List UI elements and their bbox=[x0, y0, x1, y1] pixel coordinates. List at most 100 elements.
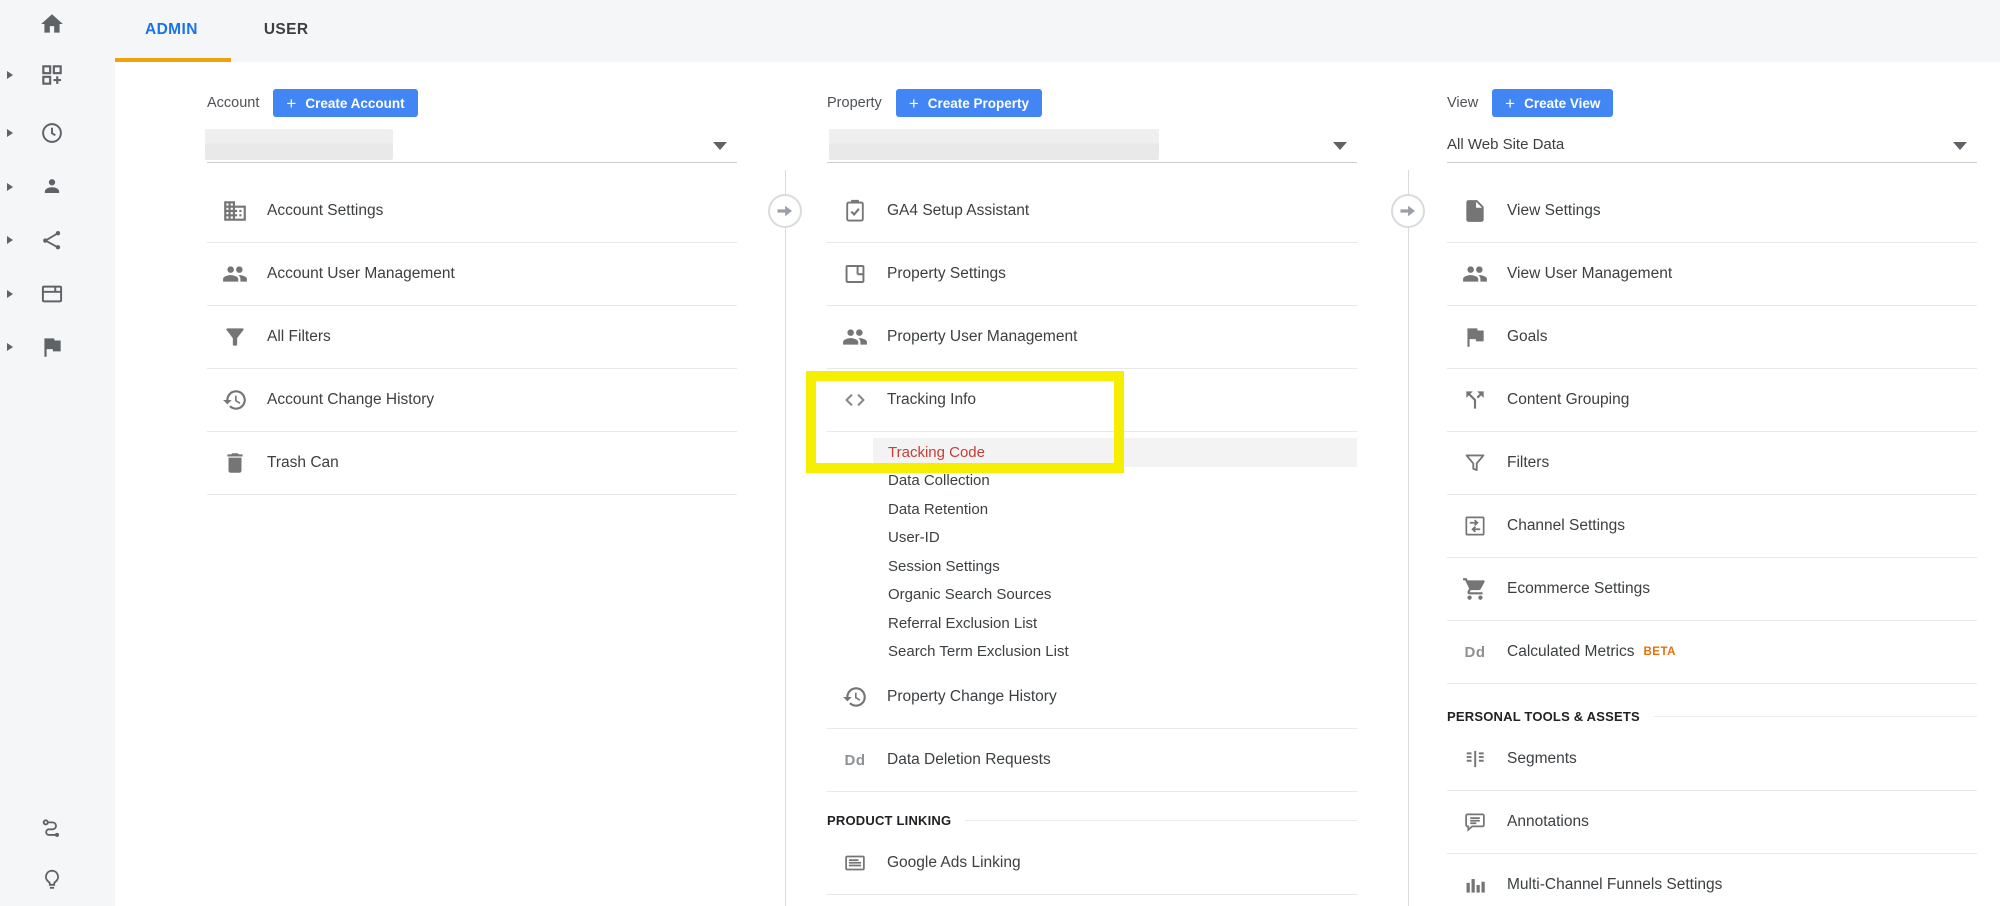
lightbulb-icon bbox=[39, 867, 65, 893]
view-selector-value: All Web Site Data bbox=[1447, 136, 1564, 153]
people-icon bbox=[1462, 261, 1488, 287]
menu-item-label: Property User Management bbox=[887, 328, 1077, 346]
menu-item-calculated-metrics[interactable]: DdCalculated MetricsBETA bbox=[1447, 621, 1977, 684]
sidebar-item-behavior[interactable] bbox=[24, 281, 50, 307]
view-selector[interactable]: All Web Site Data bbox=[1447, 128, 1977, 163]
split-icon bbox=[1462, 387, 1488, 413]
plus-icon: + bbox=[1505, 95, 1515, 112]
sidebar-item-acquisition[interactable] bbox=[24, 227, 50, 253]
history-icon bbox=[842, 684, 868, 710]
menu-item-data-deletion-requests[interactable]: DdData Deletion Requests bbox=[827, 729, 1357, 792]
dropdown-arrow-icon bbox=[1953, 142, 1967, 150]
menu-item-account-change-history[interactable]: Account Change History bbox=[207, 369, 737, 432]
menu-item-label: Multi-Channel Funnels Settings bbox=[1507, 876, 1722, 894]
sidebar-item-customization[interactable] bbox=[24, 62, 50, 88]
column-divider bbox=[1408, 170, 1409, 906]
expand-arrow-icon bbox=[7, 236, 13, 244]
menu-item-label: Annotations bbox=[1507, 813, 1589, 831]
realtime-icon bbox=[39, 120, 65, 146]
product-linking-menu: Google Ads Linking bbox=[827, 832, 1357, 895]
submenu-item-tracking-code[interactable]: Tracking Code bbox=[873, 438, 1357, 467]
create-account-label: Create Account bbox=[305, 96, 404, 111]
submenu-item-organic-search-sources[interactable]: Organic Search Sources bbox=[873, 581, 1357, 610]
menu-item-channel-settings[interactable]: Channel Settings bbox=[1447, 495, 1977, 558]
submenu-item-user-id[interactable]: User-ID bbox=[873, 524, 1357, 553]
menu-item-label: Ecommerce Settings bbox=[1507, 580, 1650, 598]
menu-item-label: Property Settings bbox=[887, 265, 1006, 283]
menu-item-property-change-history[interactable]: Property Change History bbox=[827, 666, 1357, 729]
section-label: PRODUCT LINKING bbox=[827, 813, 951, 828]
funnel-outline-icon bbox=[1462, 450, 1488, 476]
dropdown-arrow-icon bbox=[1333, 142, 1347, 150]
menu-item-property-settings[interactable]: Property Settings bbox=[827, 243, 1357, 306]
building-icon bbox=[222, 198, 248, 224]
create-account-button[interactable]: + Create Account bbox=[273, 89, 417, 117]
sidebar-item-conversions[interactable] bbox=[24, 334, 50, 360]
menu-item-trash-can[interactable]: Trash Can bbox=[207, 432, 737, 495]
sidebar-item-attribution[interactable] bbox=[24, 815, 50, 841]
menu-item-label: Channel Settings bbox=[1507, 517, 1625, 535]
dd-icon: Dd bbox=[842, 747, 868, 773]
property-selector[interactable] bbox=[827, 128, 1357, 163]
sidebar-item-lightbulb[interactable] bbox=[24, 867, 50, 893]
left-nav-sidebar bbox=[0, 0, 115, 906]
menu-item-view-user-management[interactable]: View User Management bbox=[1447, 243, 1977, 306]
view-menu: View SettingsView User Management Goals Co… bbox=[1447, 180, 1977, 684]
menu-item-tracking-info[interactable]: Tracking Info bbox=[827, 369, 1357, 432]
property-column-label: Property bbox=[827, 95, 882, 111]
tab-user[interactable]: USER bbox=[231, 0, 342, 62]
menu-item-label: Calculated Metrics bbox=[1507, 643, 1635, 661]
menu-item-label: Segments bbox=[1507, 750, 1577, 768]
menu-item-property-user-management[interactable]: Property User Management bbox=[827, 306, 1357, 369]
arrow-right-circle-icon bbox=[767, 193, 803, 229]
menu-item-annotations[interactable]: Annotations bbox=[1447, 791, 1977, 854]
menu-item-label: Tracking Info bbox=[887, 391, 976, 409]
menu-item-view-settings[interactable]: View Settings bbox=[1447, 180, 1977, 243]
menu-item-account-user-management[interactable]: Account User Management bbox=[207, 243, 737, 306]
menu-item-content-grouping[interactable]: Content Grouping bbox=[1447, 369, 1977, 432]
redacted-account-name bbox=[205, 129, 393, 160]
menu-item-filters[interactable]: Filters bbox=[1447, 432, 1977, 495]
menu-item-google-ads-linking[interactable]: Google Ads Linking bbox=[827, 832, 1357, 895]
menu-item-ga4-setup-assistant[interactable]: GA4 Setup Assistant bbox=[827, 180, 1357, 243]
menu-item-goals[interactable]: Goals bbox=[1447, 306, 1977, 369]
menu-item-multi-channel-funnels-settings[interactable]: Multi-Channel Funnels Settings bbox=[1447, 854, 1977, 906]
sidebar-item-realtime[interactable] bbox=[24, 120, 50, 146]
annotation-icon bbox=[1462, 809, 1488, 835]
redacted-property-name bbox=[829, 129, 1159, 160]
property-menu: GA4 Setup Assistant Property Settings Prop… bbox=[827, 180, 1357, 792]
account-column-header: Account + Create Account bbox=[207, 88, 418, 118]
submenu-item-search-term-exclusion-list[interactable]: Search Term Exclusion List bbox=[873, 638, 1357, 667]
cart-icon bbox=[1462, 576, 1488, 602]
bars-icon bbox=[1462, 872, 1488, 898]
personal-tools-menu: Segments Annotations Multi-Channel Funnels… bbox=[1447, 728, 1977, 906]
account-column-label: Account bbox=[207, 95, 259, 111]
ga-admin-screen: ADMIN USER Account + Create Account Acco… bbox=[0, 0, 2000, 906]
expand-arrow-icon bbox=[7, 183, 13, 191]
account-selector[interactable] bbox=[207, 128, 737, 163]
audience-icon bbox=[39, 174, 65, 200]
section-label: PERSONAL TOOLS & ASSETS bbox=[1447, 709, 1640, 724]
arrow-right-circle-icon bbox=[1390, 193, 1426, 229]
menu-item-all-filters[interactable]: All Filters bbox=[207, 306, 737, 369]
tracking-info-submenu: Tracking CodeData CollectionData Retenti… bbox=[873, 432, 1357, 666]
trash-icon bbox=[222, 450, 248, 476]
create-property-button[interactable]: + Create Property bbox=[896, 89, 1042, 117]
sidebar-item-audience[interactable] bbox=[24, 174, 50, 200]
dropdown-arrow-icon bbox=[713, 142, 727, 150]
menu-item-label: Content Grouping bbox=[1507, 391, 1629, 409]
menu-item-ecommerce-settings[interactable]: Ecommerce Settings bbox=[1447, 558, 1977, 621]
submenu-item-data-collection[interactable]: Data Collection bbox=[873, 467, 1357, 496]
tab-admin[interactable]: ADMIN bbox=[112, 0, 231, 62]
menu-item-label: Filters bbox=[1507, 454, 1549, 472]
sidebar-item-home[interactable] bbox=[24, 11, 50, 37]
people-icon bbox=[222, 261, 248, 287]
menu-item-account-settings[interactable]: Account Settings bbox=[207, 180, 737, 243]
submenu-item-session-settings[interactable]: Session Settings bbox=[873, 552, 1357, 581]
menu-item-segments[interactable]: Segments bbox=[1447, 728, 1977, 791]
create-view-button[interactable]: + Create View bbox=[1492, 89, 1613, 117]
menu-item-label: Goals bbox=[1507, 328, 1548, 346]
submenu-item-data-retention[interactable]: Data Retention bbox=[873, 495, 1357, 524]
submenu-item-referral-exclusion-list[interactable]: Referral Exclusion List bbox=[873, 609, 1357, 638]
flag-icon bbox=[1462, 324, 1488, 350]
